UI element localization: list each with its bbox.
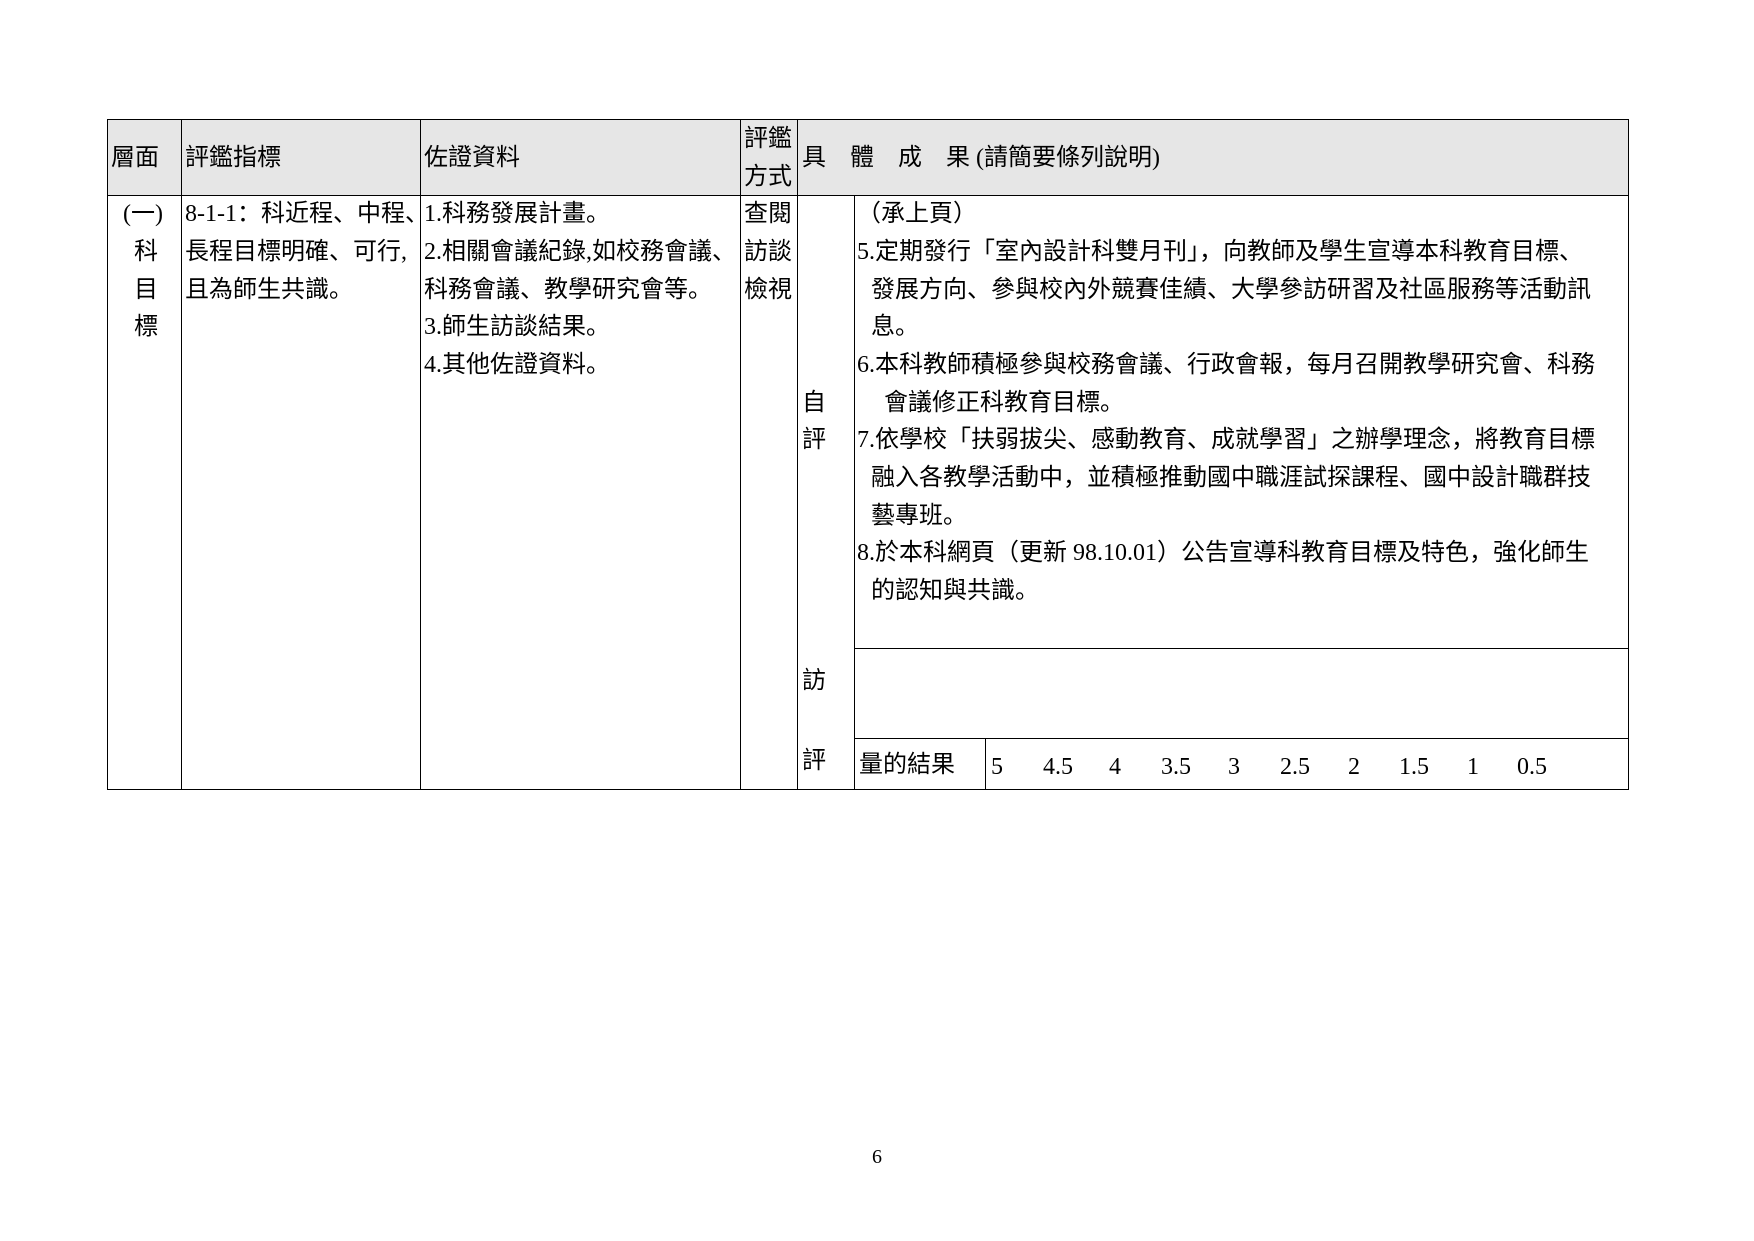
table-top-border bbox=[108, 119, 1629, 120]
quant-value: 4 bbox=[1109, 754, 1121, 780]
method-line-1: 查閱 bbox=[744, 201, 792, 227]
evidence-line-3: 科務會議、教學研究會等。 bbox=[424, 277, 712, 303]
result-line-1: （承上頁） bbox=[857, 201, 977, 227]
indicator-line-2: 長程目標明確、可行, bbox=[185, 239, 407, 265]
header-level: 層面 bbox=[111, 145, 159, 171]
self-eval-divider bbox=[855, 648, 1629, 649]
indicator-line-1: 8-1-1：科近程、中程、 bbox=[185, 201, 429, 227]
quant-scale: 5 4.5 4 3.5 3 2.5 2 1.5 1 0.5 bbox=[0, 754, 1754, 780]
table-left-border bbox=[107, 119, 108, 790]
col-divider-3 bbox=[740, 119, 741, 790]
level-text-3: 目 bbox=[134, 277, 158, 303]
quant-value: 0.5 bbox=[1517, 754, 1547, 780]
self-eval-label-2: 評 bbox=[802, 427, 826, 453]
quant-value: 3.5 bbox=[1161, 754, 1191, 780]
table-right-border bbox=[1628, 119, 1629, 790]
col-divider-4 bbox=[797, 119, 798, 790]
result-line-9: 藝專班。 bbox=[871, 503, 967, 529]
header-indicator: 評鑑指標 bbox=[185, 145, 281, 171]
level-text-1: (一) bbox=[123, 201, 163, 227]
interview-label-1: 訪 bbox=[802, 668, 826, 694]
table-bottom-border bbox=[108, 789, 1629, 790]
col-divider-5 bbox=[854, 195, 855, 790]
method-line-3: 檢視 bbox=[744, 277, 792, 303]
page-number: 6 bbox=[872, 1146, 882, 1168]
evidence-line-4: 3.師生訪談結果。 bbox=[424, 314, 610, 340]
document-page: 層面 評鑑指標 佐證資料 評鑑 方式 具 體 成 果 (請簡要條列說明) (一)… bbox=[0, 0, 1754, 1241]
header-method-line1: 評鑑 bbox=[744, 126, 792, 152]
result-line-6: 會議修正科教育目標。 bbox=[884, 390, 1124, 416]
level-text-2: 科 bbox=[134, 239, 158, 265]
evidence-line-2: 2.相關會議紀錄,如校務會議、 bbox=[424, 239, 736, 265]
header-evidence: 佐證資料 bbox=[424, 145, 520, 171]
quant-divider bbox=[855, 738, 1629, 739]
col-divider-1 bbox=[181, 119, 182, 790]
result-line-4: 息。 bbox=[871, 314, 919, 340]
indicator-line-3: 且為師生共識。 bbox=[185, 277, 353, 303]
result-line-8: 融入各教學活動中，並積極推動國中職涯試探課程、國中設計職群技 bbox=[871, 465, 1591, 491]
quant-value: 1 bbox=[1467, 754, 1479, 780]
result-line-11: 的認知與共識。 bbox=[871, 578, 1039, 604]
quant-value: 4.5 bbox=[1043, 754, 1073, 780]
result-line-5: 6.本科教師積極參與校務會議、行政會報，每月召開教學研究會、科務 bbox=[857, 352, 1595, 378]
quant-value: 2 bbox=[1348, 754, 1360, 780]
quant-value: 1.5 bbox=[1399, 754, 1429, 780]
result-line-3: 發展方向、參與校內外競賽佳績、大學參訪研習及社區服務等活動訊 bbox=[871, 277, 1591, 303]
result-line-2: 5.定期發行「室內設計科雙月刊」，向教師及學生宣導本科教育目標、 bbox=[857, 239, 1583, 265]
quant-value: 2.5 bbox=[1280, 754, 1310, 780]
evidence-line-1: 1.科務發展計畫。 bbox=[424, 201, 610, 227]
quant-value: 5 bbox=[991, 754, 1003, 780]
evidence-line-5: 4.其他佐證資料。 bbox=[424, 352, 610, 378]
method-line-2: 訪談 bbox=[744, 239, 792, 265]
quant-value: 3 bbox=[1228, 754, 1240, 780]
result-line-10: 8.於本科網頁（更新 98.10.01）公告宣導科教育目標及特色，強化師生 bbox=[857, 540, 1589, 566]
result-line-7: 7.依學校「扶弱拔尖、感動教育、成就學習」之辦學理念，將教育目標 bbox=[857, 427, 1595, 453]
level-text-4: 標 bbox=[134, 314, 158, 340]
header-method-line2: 方式 bbox=[744, 164, 792, 190]
self-eval-label-1: 自 bbox=[802, 390, 826, 416]
header-results: 具 體 成 果 (請簡要條列說明) bbox=[802, 145, 1160, 171]
